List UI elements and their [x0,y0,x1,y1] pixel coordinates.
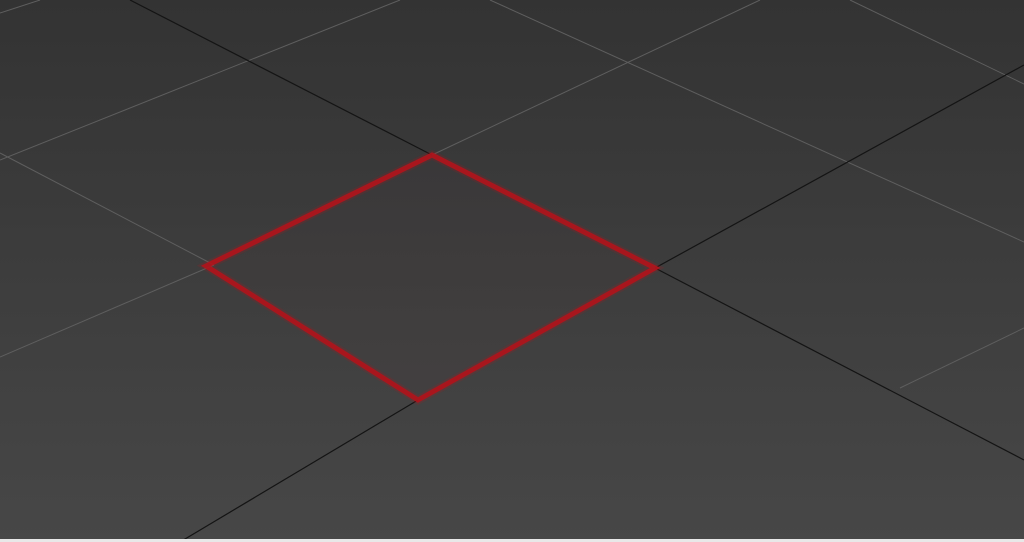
3d-viewport[interactable] [0,0,1024,542]
viewport-canvas[interactable] [0,0,1024,542]
